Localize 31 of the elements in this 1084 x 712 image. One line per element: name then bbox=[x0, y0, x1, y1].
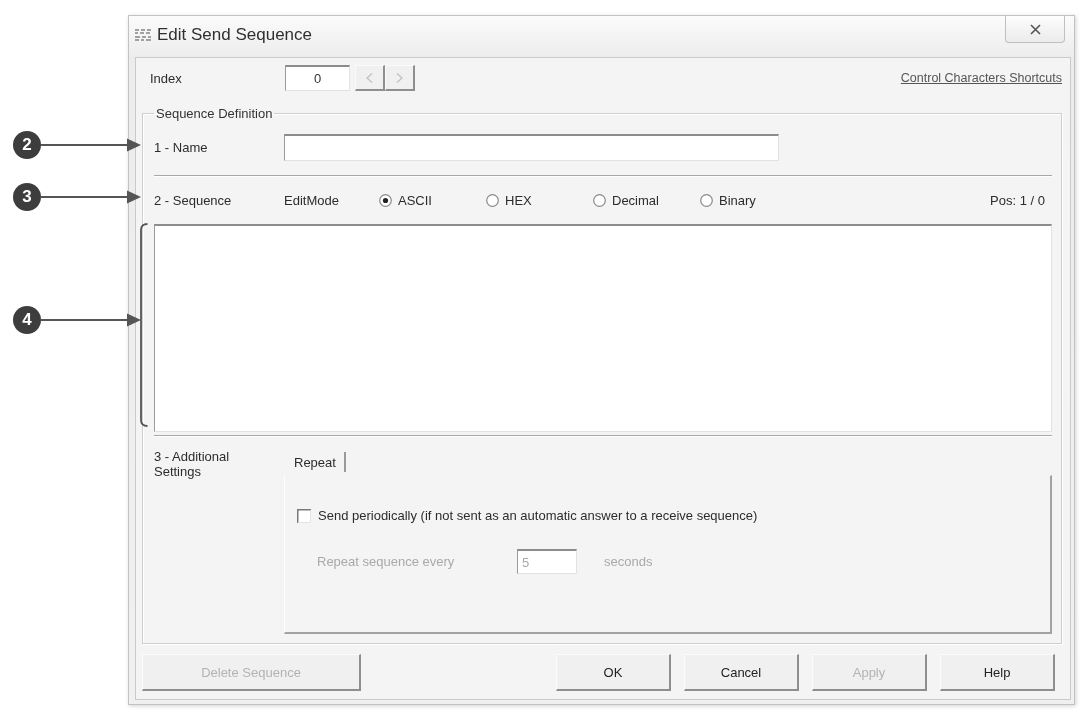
dialog-button[interactable]: Help bbox=[940, 654, 1055, 691]
shortcuts-link[interactable]: Control Characters Shortcuts bbox=[900, 71, 1062, 85]
chevron-left-icon bbox=[366, 72, 373, 83]
position-readout: Pos: 1 / 0 bbox=[990, 192, 1045, 208]
callout-badge: 3 bbox=[13, 183, 41, 211]
edit-mode-radio[interactable]: Binary bbox=[700, 192, 756, 208]
edit-mode-radio[interactable]: Decimal bbox=[593, 192, 659, 208]
index-label: Index bbox=[150, 70, 183, 86]
callout-badge: 4 bbox=[13, 306, 41, 334]
dialog-button[interactable]: Cancel bbox=[684, 654, 799, 691]
sequence-editor-field[interactable] bbox=[154, 224, 1052, 432]
group-title: Sequence Definition bbox=[155, 106, 274, 121]
edit-mode-radio[interactable]: ASCII bbox=[379, 192, 432, 208]
text-lines-icon bbox=[135, 28, 151, 42]
send-periodically-checkbox[interactable]: Send periodically (if not sent as an automatic answer to a receive sequence) bbox=[297, 508, 758, 523]
settings-tab[interactable]: Repeat bbox=[294, 452, 346, 472]
edit-mode-radio[interactable]: HEX bbox=[486, 192, 532, 208]
name-label: 1 - Name bbox=[154, 140, 209, 155]
chevron-right-icon bbox=[396, 72, 403, 83]
dialog-button[interactable]: OK bbox=[556, 654, 671, 691]
close-icon bbox=[1029, 23, 1041, 35]
sequence-label: 2 - Sequence bbox=[154, 192, 233, 208]
name-field[interactable] bbox=[284, 134, 779, 161]
repeat-label: Repeat sequence every bbox=[317, 554, 456, 569]
additional-settings-label: 3 - Additional Settings bbox=[154, 449, 231, 479]
index-field[interactable]: 0 bbox=[285, 65, 350, 91]
edit-mode-label: EditMode bbox=[284, 192, 340, 208]
callout-badge: 2 bbox=[13, 131, 41, 159]
close-button[interactable] bbox=[1005, 16, 1065, 43]
seconds-label: seconds bbox=[604, 554, 653, 569]
window-title: Edit Send Sequence bbox=[157, 25, 312, 45]
